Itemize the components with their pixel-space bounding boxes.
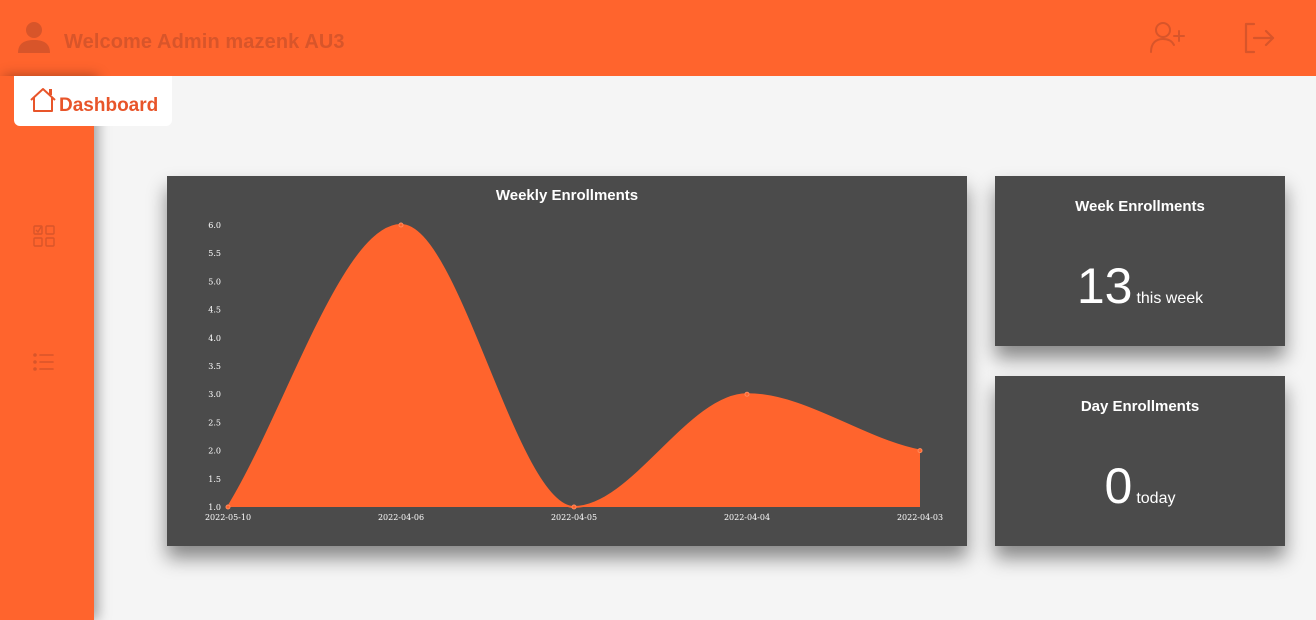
y-tick-label: 6.0	[208, 221, 221, 230]
user-icon	[18, 22, 50, 53]
x-tick-label: 2022-04-06	[378, 513, 424, 522]
data-point	[398, 222, 404, 228]
day-enrollments-unit: today	[1136, 490, 1176, 507]
x-tick-label: 2022-04-04	[724, 513, 770, 522]
top-bar: Welcome Admin mazenk AU3	[0, 0, 1316, 76]
logout-icon[interactable]	[1240, 20, 1276, 56]
y-tick-label: 5.0	[208, 277, 221, 286]
data-point	[917, 448, 923, 454]
tab-dashboard-label: Dashboard	[59, 95, 159, 116]
x-tick-label: 2022-05-10	[205, 513, 251, 522]
sidebar	[0, 76, 94, 620]
week-enrollments-card: Week Enrollments 13 this week	[995, 176, 1285, 346]
y-tick-label: 2.0	[208, 447, 221, 456]
week-enrollments-title: Week Enrollments	[1075, 198, 1205, 215]
data-point	[571, 504, 577, 510]
day-enrollments-card: Day Enrollments 0 today	[995, 376, 1285, 546]
welcome-text: Welcome Admin mazenk AU3	[64, 31, 345, 53]
y-tick-label: 3.0	[208, 390, 221, 399]
y-tick-label: 5.5	[208, 249, 221, 258]
week-enrollments-unit: this week	[1136, 290, 1204, 307]
data-point	[744, 391, 750, 397]
series-area	[228, 225, 920, 507]
y-tick-label: 4.5	[208, 306, 221, 315]
y-tick-label: 3.5	[208, 362, 221, 371]
x-tick-label: 2022-04-03	[897, 513, 943, 522]
list-icon[interactable]	[32, 350, 56, 374]
y-tick-label: 2.5	[208, 418, 221, 427]
y-tick-label: 1.0	[208, 503, 221, 512]
y-tick-label: 1.5	[208, 475, 221, 484]
weekly-enrollments-chart: 1.0 1.5 2.0 2.5 3.0 3.5 4.0 4.5 5.0 5.5 6.0 2022-05…	[205, 221, 943, 522]
grid-check-icon[interactable]	[32, 224, 56, 248]
add-user-icon[interactable]	[1148, 20, 1188, 56]
day-enrollments-title: Day Enrollments	[1080, 398, 1200, 415]
weekly-enrollments-card: Weekly Enrollments 1.0 1.5 2.0 2.5 3.0 3.5 4.0…	[167, 176, 967, 546]
week-enrollments-value: 13	[1076, 258, 1133, 314]
data-point	[225, 504, 231, 510]
home-icon	[30, 88, 56, 112]
tab-dashboard[interactable]: Dashboard	[14, 76, 172, 126]
y-tick-label: 4.0	[208, 334, 221, 343]
day-enrollments-value: 0	[1104, 458, 1133, 514]
x-tick-label: 2022-04-05	[551, 513, 597, 522]
